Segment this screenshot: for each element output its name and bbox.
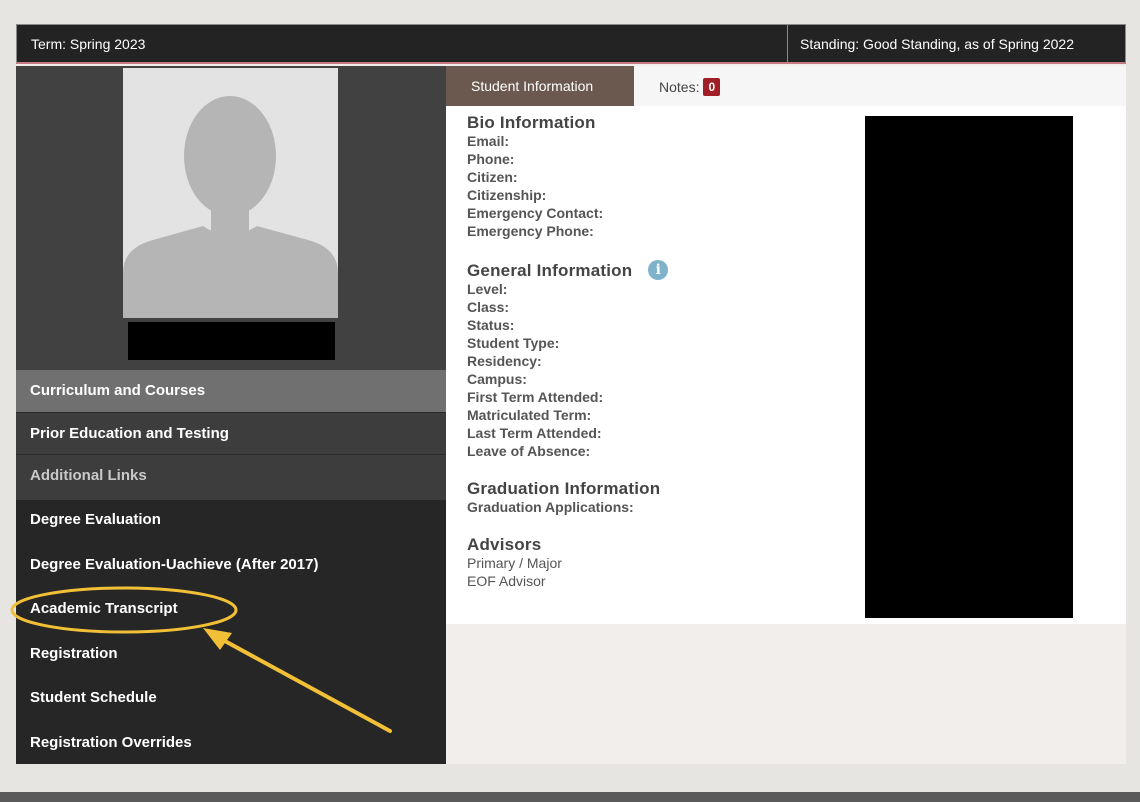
tab-student-information[interactable]: Student Information [446, 66, 634, 106]
advisors-heading: Advisors [467, 535, 542, 554]
field-leave-of-absence: Leave of Absence: [467, 443, 591, 459]
link-degree-evaluation-uachieve[interactable]: Degree Evaluation-Uachieve (After 2017) [30, 556, 318, 573]
field-first-term-attended: First Term Attended: [467, 389, 604, 405]
field-email: Email: [467, 133, 510, 149]
general-information-title: General Information [467, 261, 633, 280]
term-label[interactable]: Term: Spring 2023 [31, 36, 145, 52]
link-student-schedule[interactable]: Student Schedule [30, 689, 157, 706]
student-profile-frame: Term: Spring 2023 Standing: Good Standin… [16, 24, 1126, 764]
notes-label: Notes: [659, 79, 700, 95]
field-primary-major: Primary / Major [467, 555, 562, 571]
section-curriculum-and-courses[interactable]: Curriculum and Courses [16, 370, 446, 412]
field-emergency-phone: Emergency Phone: [467, 223, 594, 239]
general-information-heading: General Information i [467, 260, 669, 280]
photo-area [16, 66, 446, 370]
field-phone: Phone: [467, 151, 515, 167]
bottom-band [0, 792, 1140, 802]
field-citizen: Citizen: [467, 169, 518, 185]
section-prior-education-and-testing[interactable]: Prior Education and Testing [16, 412, 446, 454]
link-academic-transcript[interactable]: Academic Transcript [30, 600, 178, 617]
top-bar: Term: Spring 2023 Standing: Good Standin… [16, 24, 1126, 64]
field-level: Level: [467, 281, 508, 297]
bio-information-heading: Bio Information [467, 113, 596, 132]
field-campus: Campus: [467, 371, 527, 387]
info-icon[interactable]: i [648, 260, 669, 280]
tab-bar: Student Information Notes: 0 [446, 66, 1126, 106]
standing-label: Standing: Good Standing, as of Spring 20… [800, 36, 1074, 52]
person-silhouette-icon [123, 68, 338, 318]
field-student-type: Student Type: [467, 335, 560, 351]
graduation-information-heading: Graduation Information [467, 479, 661, 498]
field-residency: Residency: [467, 353, 542, 369]
link-registration[interactable]: Registration [30, 645, 118, 662]
field-class: Class: [467, 299, 510, 315]
student-info-panel: Student Information Notes: 0 Bio Informat… [446, 66, 1126, 624]
left-sidebar: Curriculum and Courses Prior Education a… [16, 66, 446, 764]
section-additional-links[interactable]: Additional Links [16, 454, 446, 500]
field-last-term-attended: Last Term Attended: [467, 425, 602, 441]
name-redacted [128, 322, 335, 360]
notes-count-badge: 0 [703, 78, 721, 96]
link-degree-evaluation[interactable]: Degree Evaluation [30, 511, 161, 528]
link-registration-overrides[interactable]: Registration Overrides [30, 734, 192, 751]
data-redacted [865, 116, 1073, 618]
field-eof-advisor: EOF Advisor [467, 573, 546, 589]
field-matriculated-term: Matriculated Term: [467, 407, 592, 423]
field-status: Status: [467, 317, 515, 333]
field-citizenship: Citizenship: [467, 187, 547, 203]
info-fields: Bio Information Email: Phone: Citizen: C… [467, 113, 669, 590]
tab-notes[interactable]: Notes: 0 [659, 78, 721, 96]
standing-box: Standing: Good Standing, as of Spring 20… [787, 25, 1127, 63]
field-graduation-applications: Graduation Applications: [467, 499, 634, 515]
field-emergency-contact: Emergency Contact: [467, 205, 604, 221]
profile-photo-placeholder [123, 68, 338, 318]
